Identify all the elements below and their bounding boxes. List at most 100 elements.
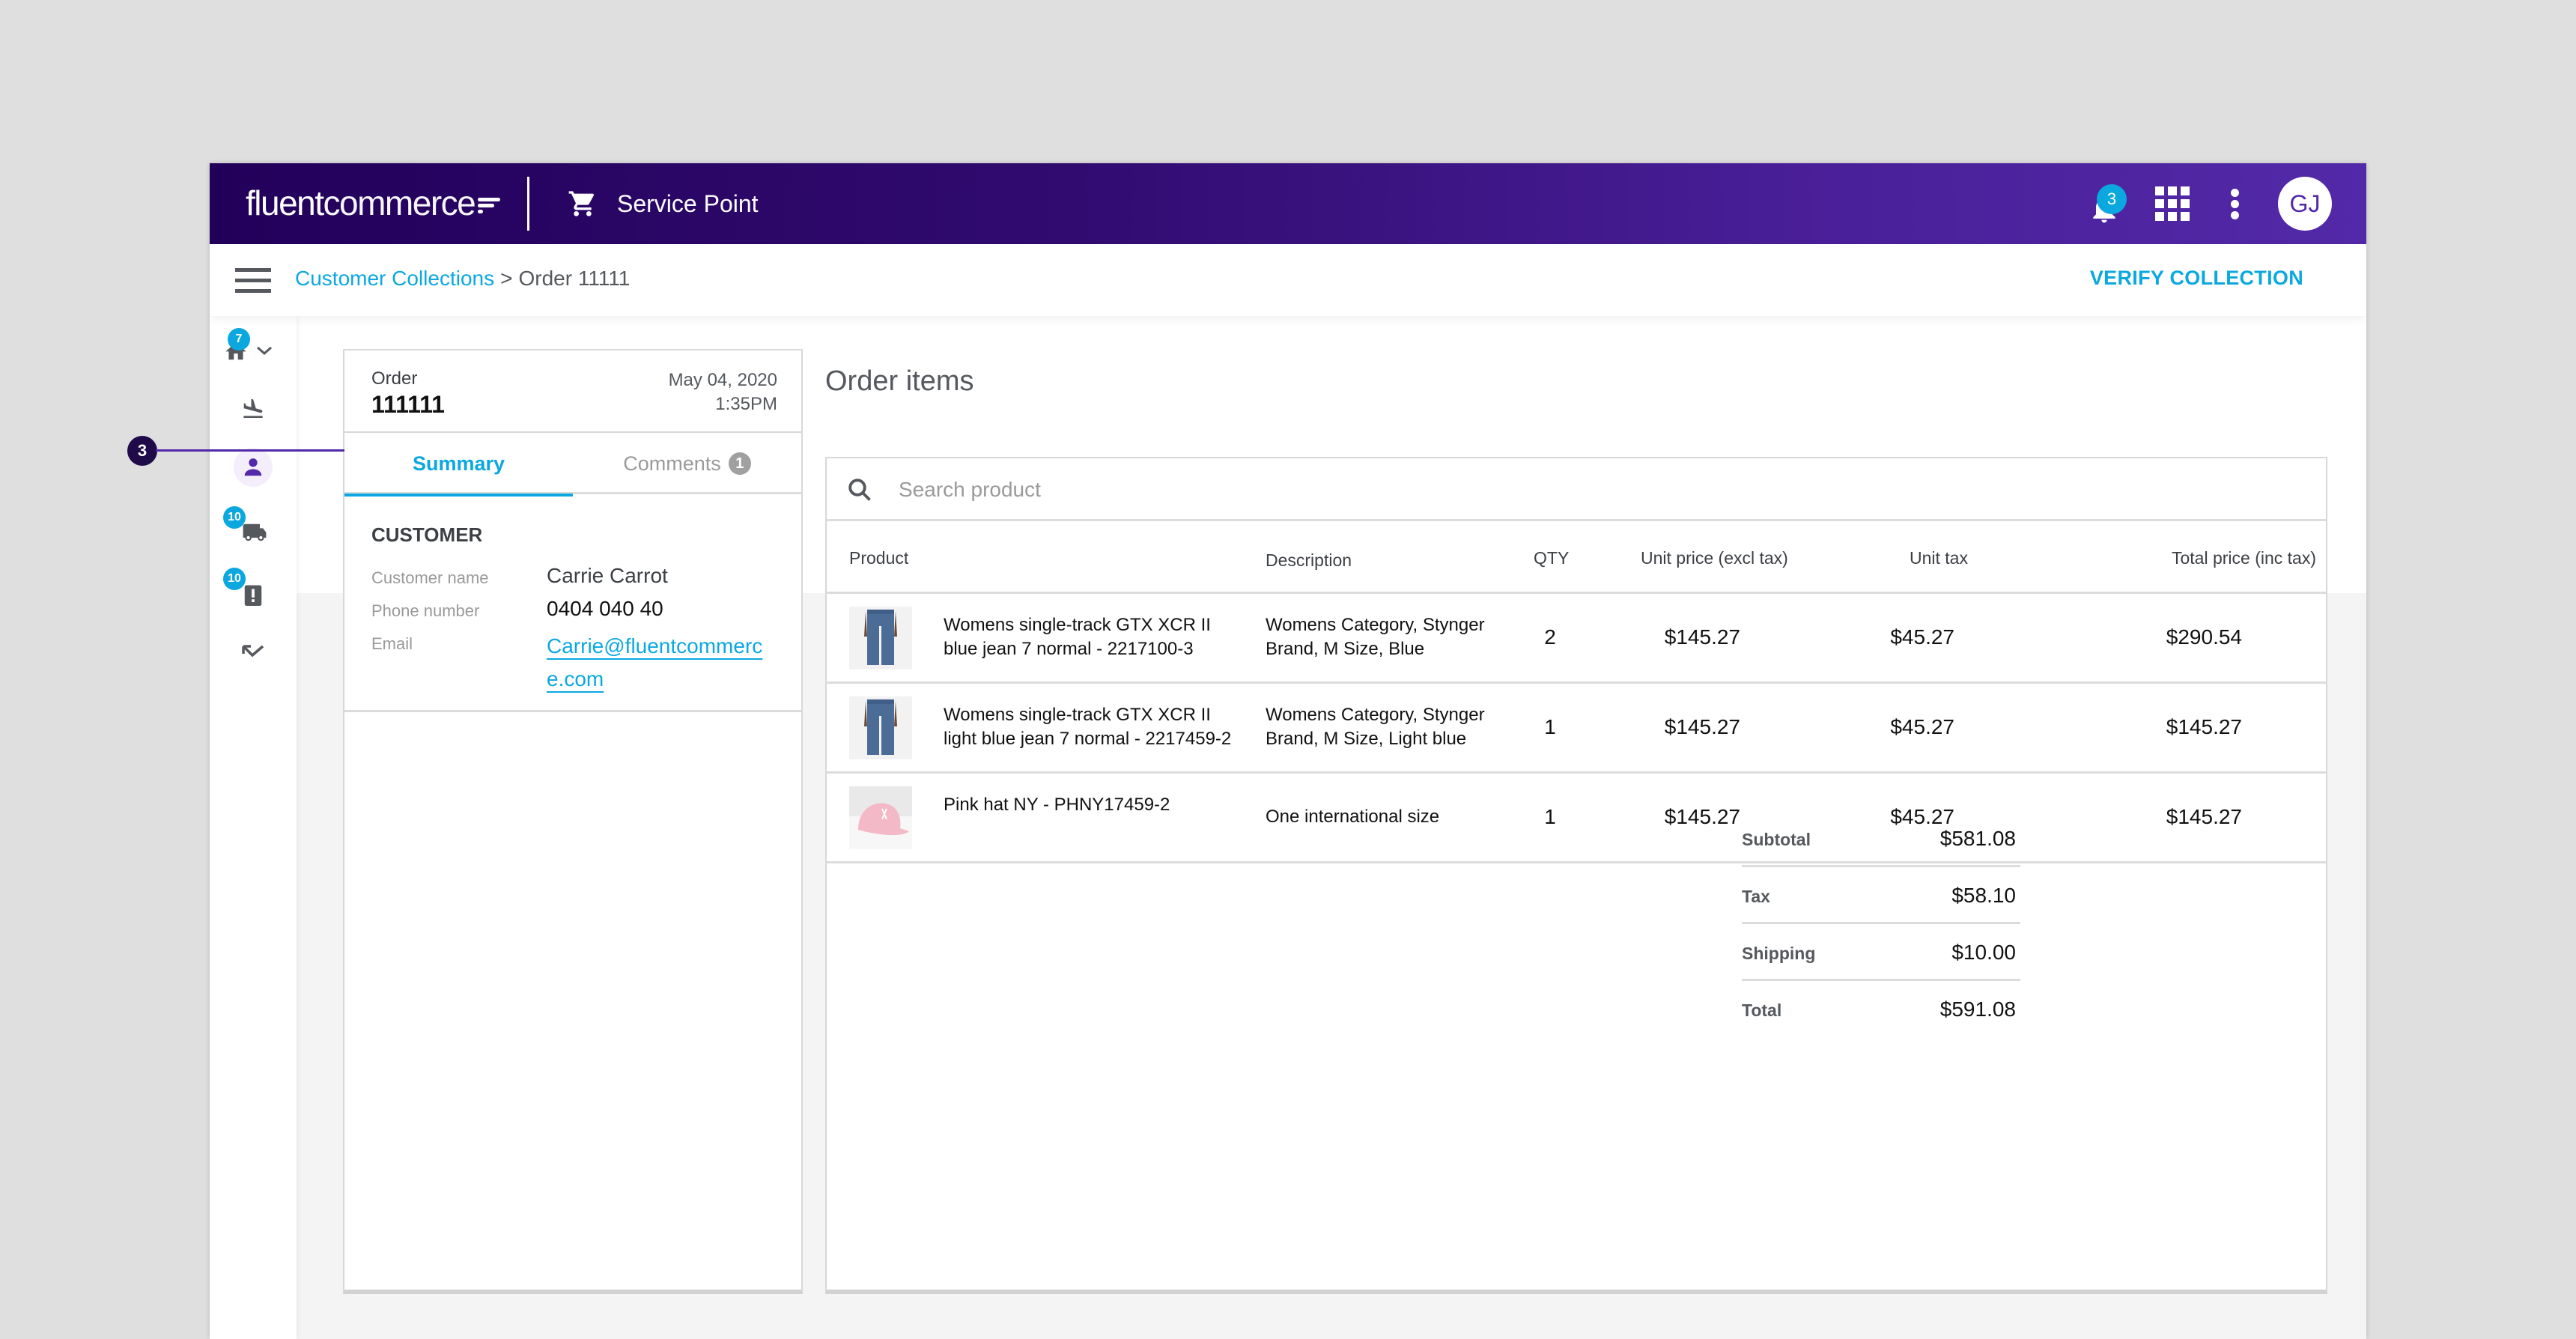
table-header-row: Product Description QTY Unit price (excl… [827,523,2326,594]
order-datetime: May 04, 2020 1:35PM [669,368,777,416]
annotation-callout-badge: 3 [127,436,157,466]
customer-section-title: CUSTOMER [371,523,483,546]
order-items-table: Product Description QTY Unit price (excl… [827,523,2326,863]
order-date: May 04, 2020 [668,370,777,390]
shopping-cart-icon [568,191,595,216]
apps-grid-icon[interactable] [2155,186,2190,221]
logo-mark-icon [478,194,501,215]
rail-item-arrivals[interactable] [210,386,297,431]
col-header-qty[interactable]: QTY [1534,548,1569,568]
app-name-label: Service Point [617,189,759,217]
header-divider [527,177,529,231]
order-label: Order [371,368,418,389]
product-unit-price: $145.27 [1664,715,1740,738]
notification-count-badge: 3 [2097,184,2127,214]
tab-summary-label: Summary [412,452,505,475]
product-unit-price: $145.27 [1664,625,1740,649]
customer-name-row: Customer name Carrie Carrot [371,564,668,592]
subtotal-row: Subtotal $581.08 [1742,810,2020,867]
sub-header: Customer Collections > Order 11111 VERIF… [210,244,2366,316]
left-nav-rail: 7 10 10 [210,316,297,1339]
deliveries-count-badge: 10 [223,506,246,529]
breadcrumb-customer-collections[interactable]: Customer Collections [295,267,494,291]
email-link[interactable]: Carrie@fluentcommerce.com [547,630,779,696]
product-thumbnail-pink-cap [849,786,912,849]
top-bar: fluent commerce Service Point 3 GJ [210,163,2366,244]
notifications-button[interactable]: 3 [2082,177,2127,231]
table-row[interactable]: Womens single-track GTX XCR II blue jean… [827,594,2326,684]
product-description: Womens Category, Stynger Brand, M Size, … [1266,705,1485,749]
subtotal-label: Subtotal [1742,830,1811,849]
product-description: One international size [1266,807,1440,827]
tax-label: Tax [1742,887,1770,906]
exceptions-count-badge: 10 [223,568,246,590]
more-vertical-icon[interactable] [2227,186,2242,221]
phone-number-label: Phone number [371,601,480,620]
chevron-down-icon [257,346,272,356]
table-row[interactable]: Pink hat NY - PHNY17459-2 One internatio… [827,774,2326,863]
customer-section: CUSTOMER Customer name Carrie Carrot Pho… [344,497,801,712]
product-qty: 1 [1544,715,1556,738]
tab-comments-label: Comments [623,452,721,475]
product-unit-tax: $45.27 [1890,625,1954,649]
order-totals: Subtotal $581.08 Tax $58.10 Shipping $10… [1742,810,2020,1038]
jeans-image-icon [849,607,912,670]
phone-number-row: Phone number 0404 040 40 [371,597,663,625]
search-icon [848,479,871,501]
shipping-row: Shipping $10.00 [1742,924,2020,981]
order-time: 1:35PM [715,394,777,414]
user-avatar[interactable]: GJ [2278,177,2332,231]
order-number: 111111 [371,391,445,418]
product-thumbnail-jeans [849,696,912,759]
product-unit-tax: $45.27 [1890,715,1954,738]
rail-item-customer[interactable] [210,445,297,490]
total-row: Total $591.08 [1742,981,2020,1038]
product-name: Womens single-track GTX XCR II blue jean… [944,615,1211,659]
search-product-input[interactable] [899,472,2291,508]
breadcrumb-current: Order 11111 [518,267,631,290]
col-header-unit-tax[interactable]: Unit tax [1910,548,1968,568]
col-header-unit-price[interactable]: Unit price (excl tax) [1641,548,1788,568]
rail-item-home[interactable]: 7 [210,328,297,373]
product-name: Womens single-track GTX XCR II light blu… [944,705,1232,749]
comments-count-badge: 1 [728,452,751,475]
col-header-product[interactable]: Product [849,548,908,568]
shipping-label: Shipping [1742,944,1816,963]
order-items-title: Order items [825,365,974,397]
total-label: Total [1742,1001,1782,1020]
product-name: Pink hat NY - PHNY17459-2 [944,795,1170,815]
product-unit-price: $145.27 [1664,805,1740,828]
order-items-panel: Product Description QTY Unit price (excl… [825,457,2327,1294]
customer-name-label: Customer name [371,568,489,587]
rail-item-deliveries[interactable]: 10 [210,505,297,550]
tab-comments[interactable]: Comments 1 [573,433,801,494]
tax-value: $58.10 [1951,884,2016,907]
product-thumbnail-jeans [849,607,912,670]
subtotal-value: $581.08 [1939,827,2016,850]
truck-icon [243,523,267,541]
breadcrumb-separator: > [500,267,513,290]
tab-bar: Summary Comments 1 [344,433,801,497]
clipboard-alert-icon [244,585,262,606]
rail-item-exceptions[interactable]: 10 [210,566,297,611]
col-header-total-price[interactable]: Total price (inc tax) [2172,548,2316,568]
rail-item-collapse[interactable] [210,629,297,674]
table-row[interactable]: Womens single-track GTX XCR II light blu… [827,684,2326,774]
col-header-description[interactable]: Description [1266,548,1513,572]
jeans-image-icon [849,696,912,759]
verify-collection-button[interactable]: VERIFY COLLECTION [2090,267,2303,290]
header-actions: 3 GJ [2082,177,2332,231]
logo-text-bold: fluent [246,183,324,222]
menu-hamburger-icon[interactable] [235,268,271,294]
breadcrumb: Customer Collections > Order 11111 [295,267,630,291]
product-total-price: $145.27 [2166,715,2242,738]
app-switcher-service-point[interactable]: Service Point [568,184,759,223]
product-total-price: $290.54 [2166,625,2242,649]
tab-summary[interactable]: Summary [344,433,573,497]
collapse-arrow-icon [242,645,264,658]
product-total-price: $145.27 [2166,805,2242,828]
logo-text-light: commerce [323,183,476,222]
customer-name-value: Carrie Carrot [547,564,668,587]
fluentcommerce-logo[interactable]: fluent commerce [246,183,501,222]
tax-row: Tax $58.10 [1742,867,2020,924]
